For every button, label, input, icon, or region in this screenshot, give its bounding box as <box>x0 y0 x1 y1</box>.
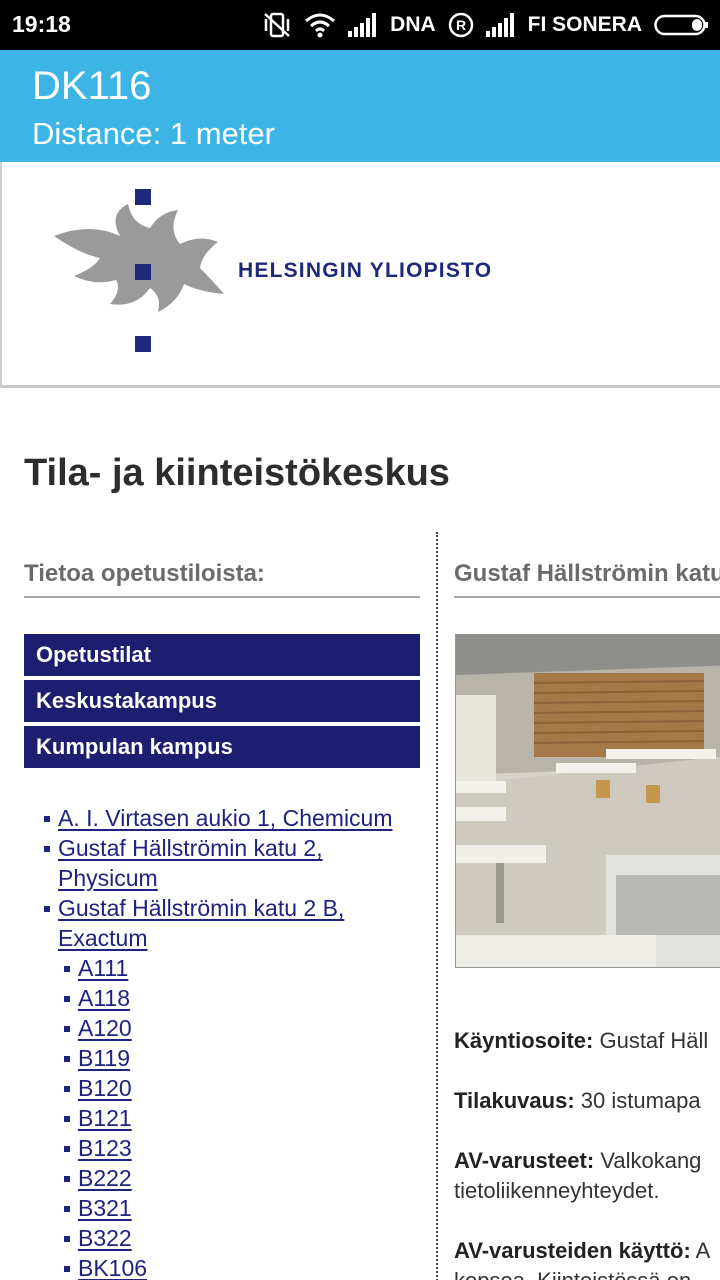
building-link-list: A. I. Virtasen aukio 1, Chemicum Gustaf … <box>44 803 424 1280</box>
signal-icon-2 <box>485 13 516 37</box>
info-av-equipment-label: AV-varusteet: <box>454 1148 595 1173</box>
building-link-physicum[interactable]: Gustaf Hällströmin katu 2, <box>58 833 323 863</box>
list-item: B120 <box>44 1073 424 1103</box>
bullet-icon <box>64 1266 70 1272</box>
classroom-photo <box>455 634 720 968</box>
info-description-label: Tilakuvaus: <box>454 1088 575 1113</box>
info-av-usage-label: AV-varusteiden käyttö: <box>454 1238 691 1263</box>
bullet-icon <box>44 816 50 822</box>
status-bar: 19:18 DNA R FI SONERA <box>0 0 720 50</box>
nav-item-kumpulan-kampus[interactable]: Kumpulan kampus <box>24 726 420 768</box>
info-av-equipment-line2: tietoliikenneyhteydet. <box>454 1178 660 1203</box>
info-address-label: Käyntiosoite: <box>454 1028 594 1053</box>
room-link[interactable]: A111 <box>78 953 128 983</box>
bullet-icon <box>64 1236 70 1242</box>
bullet-icon <box>64 1056 70 1062</box>
list-item: B123 <box>44 1133 424 1163</box>
info-description: Tilakuvaus: 30 istumapa <box>454 1086 720 1116</box>
room-link[interactable]: A118 <box>78 983 130 1013</box>
app-bar-subtitle: Distance: 1 meter <box>32 116 275 151</box>
bullet-icon <box>64 1116 70 1122</box>
battery-icon <box>654 14 710 36</box>
bullet-icon <box>64 1026 70 1032</box>
room-link[interactable]: B120 <box>78 1073 132 1103</box>
info-av-usage: AV-varusteiden käyttö: Akopsea. Kiinteis… <box>454 1236 720 1280</box>
room-link[interactable]: B119 <box>78 1043 130 1073</box>
list-item: A111 <box>44 953 424 983</box>
info-av-equipment-value: Valkokang <box>594 1148 702 1173</box>
list-item: B222 <box>44 1163 424 1193</box>
right-section-heading: Gustaf Hällströmin katu <box>454 560 720 598</box>
app-bar: DK116 Distance: 1 meter <box>0 50 720 162</box>
roaming-label: R <box>456 17 466 33</box>
room-link[interactable]: B121 <box>78 1103 132 1133</box>
wifi-icon <box>304 12 336 38</box>
list-item: B121 <box>44 1103 424 1133</box>
bullet-icon <box>64 1086 70 1092</box>
bullet-icon <box>44 906 50 912</box>
campus-nav: Opetustilat Keskustakampus Kumpulan kamp… <box>24 634 420 772</box>
bullet-icon <box>64 1176 70 1182</box>
nav-item-keskustakampus[interactable]: Keskustakampus <box>24 680 420 722</box>
column-divider <box>436 532 438 1280</box>
bullet-icon <box>44 846 50 852</box>
list-item: A120 <box>44 1013 424 1043</box>
room-link[interactable]: B123 <box>78 1133 132 1163</box>
signal-icon <box>348 13 378 37</box>
bullet-icon <box>64 996 70 1002</box>
left-section-heading: Tietoa opetustiloista: <box>24 560 420 598</box>
status-icons: DNA R FI SONERA <box>262 9 710 41</box>
vibrate-off-icon <box>262 11 292 39</box>
room-link[interactable]: B222 <box>78 1163 132 1193</box>
list-item: Gustaf Hällströmin katu 2, Physicum <box>44 833 424 893</box>
bullet-icon <box>64 1206 70 1212</box>
info-address: Käyntiosoite: Gustaf Häll <box>454 1026 720 1056</box>
left-column: Tietoa opetustiloista: <box>24 560 420 598</box>
room-info: Käyntiosoite: Gustaf Häll Tilakuvaus: 30… <box>454 1026 720 1280</box>
page-title: Tila- ja kiinteistökeskus <box>24 452 450 494</box>
room-link[interactable]: B321 <box>78 1193 132 1223</box>
list-item: B321 <box>44 1193 424 1223</box>
nav-item-opetustilat[interactable]: Opetustilat <box>24 634 420 676</box>
building-link-exactum-line2[interactable]: Exactum <box>58 923 147 953</box>
building-link-physicum-line2[interactable]: Physicum <box>58 863 158 893</box>
header-banner: HELSINGIN YLIOPISTO <box>0 162 720 388</box>
room-link[interactable]: A120 <box>78 1013 132 1043</box>
list-item: A118 <box>44 983 424 1013</box>
status-time: 19:18 <box>12 11 71 37</box>
carrier-2: FI SONERA <box>527 13 642 36</box>
list-item: B322 <box>44 1223 424 1253</box>
list-item: Gustaf Hällströmin katu 2 B, Exactum <box>44 893 424 953</box>
info-av-usage-line2: kopsea. Kiinteistössä on <box>454 1268 691 1280</box>
info-description-value: 30 istumapa <box>574 1088 701 1113</box>
room-link[interactable]: BK106 <box>78 1253 147 1280</box>
list-item: B119 <box>44 1043 424 1073</box>
info-av-usage-value: A <box>690 1238 711 1263</box>
roaming-icon: R <box>448 12 474 38</box>
bullet-icon <box>64 966 70 972</box>
room-link[interactable]: B322 <box>78 1223 132 1253</box>
university-logo-icon[interactable] <box>50 184 230 364</box>
bullet-icon <box>64 1146 70 1152</box>
building-link-chemicum[interactable]: A. I. Virtasen aukio 1, Chemicum <box>58 803 393 833</box>
building-link-exactum[interactable]: Gustaf Hällströmin katu 2 B, <box>58 893 344 923</box>
info-address-value: Gustaf Häll <box>593 1028 709 1053</box>
app-bar-title: DK116 <box>32 64 152 108</box>
list-item: BK106 <box>44 1253 424 1280</box>
info-av-equipment: AV-varusteet: Valkokang tietoliikenneyhte… <box>454 1146 720 1206</box>
list-item: A. I. Virtasen aukio 1, Chemicum <box>44 803 424 833</box>
right-column: Gustaf Hällströmin katu <box>454 560 720 598</box>
carrier-1: DNA <box>390 13 436 36</box>
university-logo-text: HELSINGIN YLIOPISTO <box>238 259 493 282</box>
